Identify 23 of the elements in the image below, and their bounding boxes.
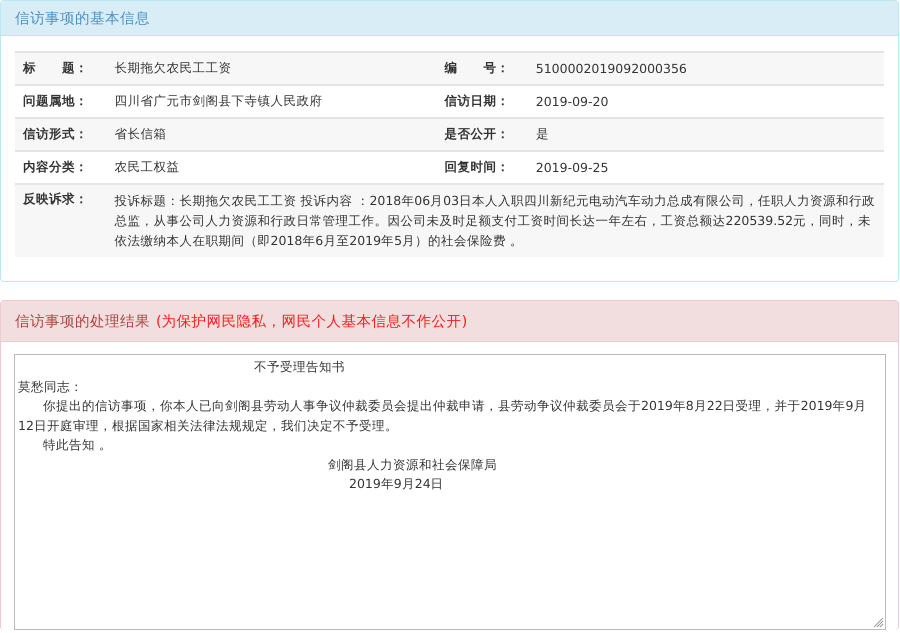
result-text-area[interactable]: 不予受理告知书 莫愁同志： 你提出的信访事项，你本人已向剑阁县劳动人事争议仲裁委员会提出仲裁申请，县劳动争议仲裁委员会于2019年8月22日受理，并于2019年9月12日开庭审理，根据国家相关法律法规规定，我们决定不予受理。 特此告知 。 剑阁县人力资源和社会保障局 2019年9月24日 xyxy=(14,354,886,630)
field-label: 内容分类： xyxy=(15,151,106,184)
privacy-note: (为保护网民隐私，网民个人基本信息不作公开) xyxy=(156,312,468,330)
panel-title: 信访事项的基本信息 xyxy=(15,10,150,28)
field-label: 是否公开： xyxy=(436,118,528,151)
field-label: 信访形式： xyxy=(15,118,106,151)
field-value: 四川省广元市剑阁县下寺镇人民政府 xyxy=(106,85,436,118)
field-label: 信访日期： xyxy=(436,85,528,118)
panel-title: 信访事项的处理结果 xyxy=(15,312,150,330)
field-label: 标 题： xyxy=(15,52,106,85)
field-value: 是 xyxy=(528,118,884,151)
field-value: 农民工权益 xyxy=(106,151,436,184)
field-label: 反映诉求： xyxy=(15,184,106,257)
resize-grip-icon[interactable] xyxy=(874,618,884,628)
field-value: 投诉标题：长期拖欠农民工工资 投诉内容 ：2018年06月03日本人入职四川新纪元电动汽车动力总成有限公司，任职人力资源和行政总监，从事公司人力资源和行政日常管理工作。因公司未及时足额支付工资时间长达一年左右，工资总额达220539.52元，同时，未依法缴纳本人在职期间（即2018年6月至2019年5月）的社会保险费 。 xyxy=(106,184,884,257)
field-value: 2019-09-20 xyxy=(528,85,884,118)
field-value: 5100002019092000356 xyxy=(528,52,884,85)
field-label: 回复时间： xyxy=(436,151,528,184)
field-value: 2019-09-25 xyxy=(528,151,884,184)
field-value: 省长信箱 xyxy=(106,118,436,151)
field-label: 编 号： xyxy=(436,52,528,85)
field-label: 问题属地： xyxy=(15,85,106,118)
field-value: 长期拖欠农民工工资 xyxy=(106,52,436,85)
